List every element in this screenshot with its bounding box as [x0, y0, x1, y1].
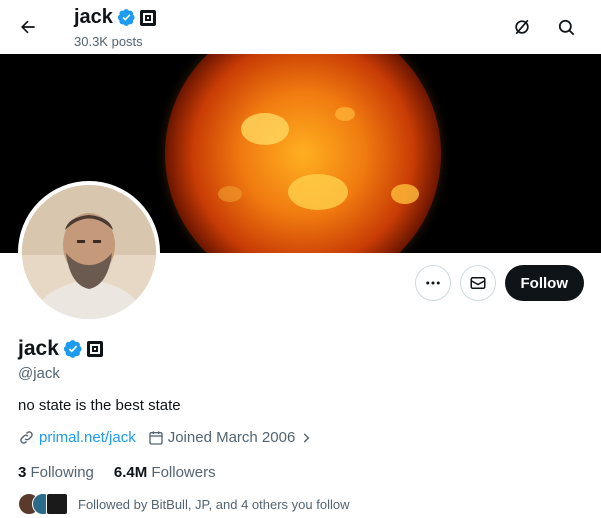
followers-count-link[interactable]: 6.4M Followers [114, 464, 216, 481]
top-bar: jack 30.3K posts [0, 0, 601, 54]
profile-meta: primal.net/jack Joined March 2006 [18, 429, 313, 446]
follow-counts: 3 Following 6.4M Followers [18, 464, 216, 481]
header-post-count: 30.3K posts [74, 34, 143, 49]
profile-joined-date[interactable]: Joined March 2006 [168, 429, 296, 446]
profile-bio: no state is the best state [18, 397, 181, 414]
message-icon [470, 277, 485, 289]
calendar-icon [149, 430, 163, 445]
link-icon [20, 431, 33, 444]
header-name: jack [74, 6, 113, 28]
more-button[interactable] [414, 265, 451, 301]
nostr-icon [515, 19, 529, 35]
followers-count: 6.4M [113, 464, 148, 481]
header-title: jack [74, 6, 156, 29]
message-button[interactable] [459, 265, 496, 301]
profile-handle: @jack [18, 365, 60, 382]
avatar [46, 493, 68, 515]
nostr-button[interactable] [506, 11, 538, 43]
verified-badge-icon [117, 9, 135, 26]
following-count: 3 [18, 464, 27, 481]
followed-by-avatars [18, 493, 68, 515]
followed-by-row[interactable]: Followed by BitBull, JP, and 4 others yo… [18, 493, 349, 515]
following-label: Following [30, 464, 94, 481]
following-count-link[interactable]: 3 Following [18, 464, 94, 481]
back-button[interactable] [10, 9, 46, 45]
avatar-photo [22, 185, 156, 319]
profile-actions: Follow [414, 265, 584, 301]
back-arrow-icon [21, 20, 35, 34]
more-icon [425, 281, 440, 285]
verified-badge-icon[interactable] [63, 339, 83, 359]
profile-name-row: jack [18, 337, 103, 361]
affiliate-badge-icon[interactable] [139, 9, 156, 26]
followed-by-text: Followed by BitBull, JP, and 4 others yo… [78, 496, 350, 512]
affiliate-badge-icon[interactable] [86, 341, 103, 357]
profile-avatar[interactable] [18, 181, 160, 323]
profile-name: jack [18, 337, 59, 360]
chevron-right-icon[interactable] [299, 431, 313, 445]
followers-label: Followers [151, 464, 216, 481]
profile-website-link[interactable]: primal.net/jack [39, 429, 136, 446]
search-button[interactable] [550, 11, 582, 43]
search-icon [558, 19, 574, 35]
follow-button[interactable]: Follow [504, 265, 584, 301]
